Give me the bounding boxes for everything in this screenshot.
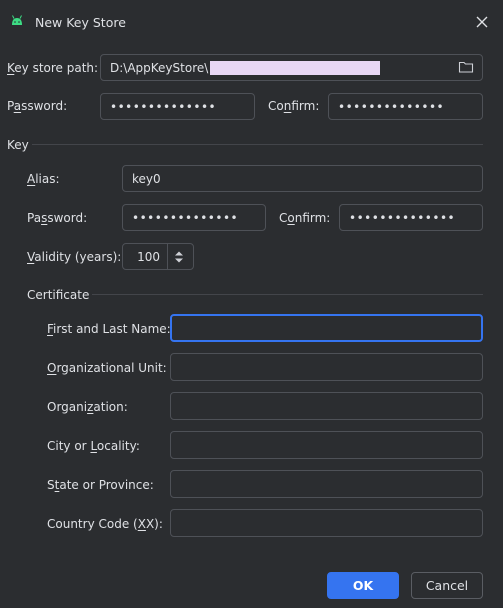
android-icon (12, 15, 22, 25)
cancel-button[interactable]: Cancel (411, 572, 483, 599)
keystore-path-input[interactable]: D:\AppKeyStore\ (100, 54, 483, 81)
ok-button[interactable]: OK (327, 572, 399, 599)
key-section-title: Key (7, 138, 29, 152)
redacted-region (210, 60, 381, 75)
org-unit-input[interactable] (170, 353, 483, 381)
window-title: New Key Store (35, 15, 126, 30)
folder-icon[interactable] (458, 60, 474, 74)
first-last-name-label: First and Last Name: (47, 322, 171, 336)
alias-input[interactable]: key0 (122, 165, 483, 192)
organization-input[interactable] (170, 392, 483, 420)
key-confirm-label: Confirm: (279, 211, 331, 225)
keystore-confirm-input[interactable]: •••••••••••••• (328, 93, 483, 120)
spinner-divider (167, 244, 168, 269)
validity-value: 100 (137, 249, 160, 264)
city-input[interactable] (170, 431, 483, 459)
keystore-password-label: Password: (7, 99, 68, 113)
country-code-input[interactable] (170, 509, 483, 537)
validity-label: Validity (years): (27, 250, 122, 264)
key-section-divider (32, 144, 483, 145)
certificate-section-title: Certificate (27, 288, 90, 302)
keystore-path-value: D:\AppKeyStore\ (110, 60, 209, 75)
city-label: City or Locality: (47, 439, 140, 453)
keystore-confirm-label: Confirm: (268, 99, 320, 113)
first-last-name-input[interactable] (170, 314, 483, 342)
state-input[interactable] (170, 470, 483, 498)
alias-label: Alias: (27, 172, 60, 186)
spinner-arrows-icon[interactable] (173, 250, 185, 264)
close-icon[interactable] (472, 12, 492, 32)
state-label: State or Province: (47, 478, 154, 492)
certificate-section-divider (92, 294, 483, 295)
keystore-password-input[interactable]: •••••••••••••• (100, 93, 255, 120)
org-unit-label: Organizational Unit: (47, 361, 167, 375)
country-code-label: Country Code (XX): (47, 517, 163, 531)
key-password-input[interactable]: •••••••••••••• (122, 204, 266, 231)
key-password-label: Password: (27, 211, 88, 225)
validity-spinner[interactable]: 100 (122, 243, 194, 270)
organization-label: Organization: (47, 400, 128, 414)
keystore-path-label: Key store path: (7, 61, 99, 75)
key-confirm-input[interactable]: •••••••••••••• (339, 204, 483, 231)
